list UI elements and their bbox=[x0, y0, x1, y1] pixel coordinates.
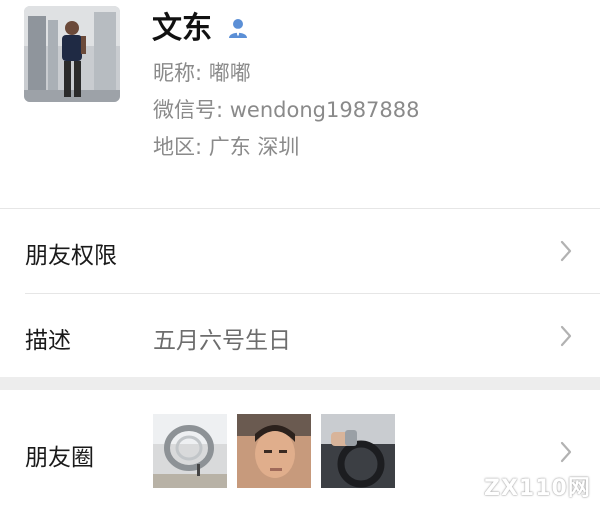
avatar[interactable] bbox=[24, 6, 120, 102]
description-value: 五月六号生日 bbox=[153, 328, 291, 354]
wechat-id: 微信号: wendong1987888 bbox=[153, 98, 420, 122]
person-icon bbox=[226, 16, 250, 40]
friend-permissions-label: 朋友权限 bbox=[25, 243, 117, 269]
profile-name: 文东 bbox=[152, 11, 212, 46]
chevron-right-icon bbox=[558, 239, 574, 263]
watermark: ZX110网 bbox=[484, 476, 591, 501]
chevron-right-icon bbox=[558, 440, 574, 464]
chevron-right-icon bbox=[558, 324, 574, 348]
avatar-photo bbox=[24, 6, 120, 102]
description-label: 描述 bbox=[25, 328, 71, 354]
nickname: 昵称: 嘟嘟 bbox=[153, 61, 251, 85]
section-gap bbox=[0, 377, 600, 390]
region: 地区: 广东 深圳 bbox=[153, 135, 300, 159]
moments-photo[interactable] bbox=[321, 414, 395, 488]
profile-header: 文东 昵称: 嘟嘟 微信号: wendong1987888 地区: 广东 深圳 bbox=[0, 0, 600, 208]
moments-photo[interactable] bbox=[237, 414, 311, 488]
moments-label: 朋友圈 bbox=[25, 445, 94, 471]
moments-photo[interactable] bbox=[153, 414, 227, 488]
friend-permissions-row[interactable]: 朋友权限 bbox=[0, 209, 600, 293]
description-row[interactable]: 描述 五月六号生日 bbox=[0, 294, 600, 377]
